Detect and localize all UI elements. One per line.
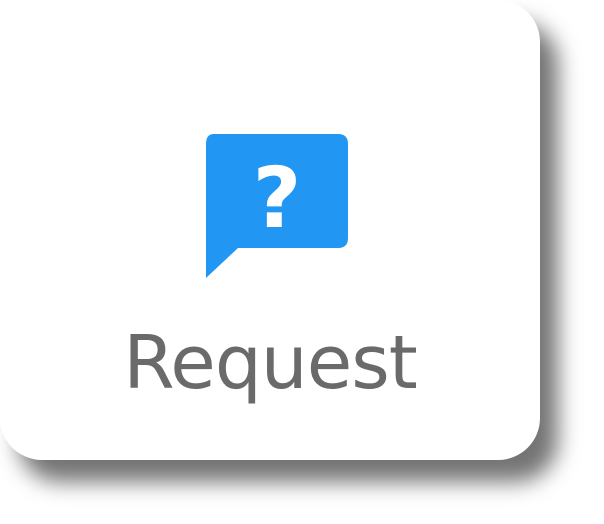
request-button[interactable]: ? Request [0,0,540,460]
stage: ? Request [0,0,604,524]
request-label: Request [123,320,418,406]
question-mark-glyph: ? [253,149,302,247]
question-speech-bubble-icon: ? [206,134,348,278]
